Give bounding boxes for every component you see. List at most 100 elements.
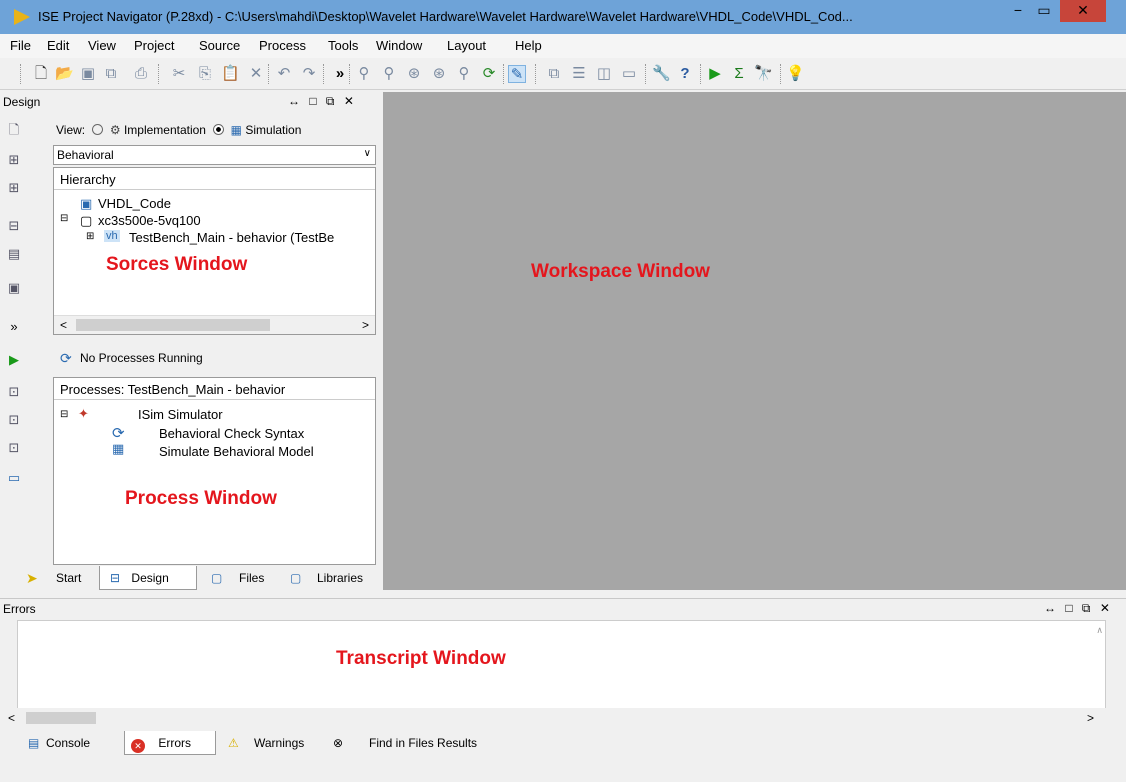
tab-libraries[interactable]: Libraries	[317, 566, 363, 590]
minimize-button[interactable]: −	[1005, 0, 1031, 22]
tree-item-project[interactable]: VHDL_Code	[98, 196, 171, 211]
save-icon[interactable]: ▣	[79, 65, 97, 83]
delete-icon[interactable]: ✕	[247, 65, 265, 83]
new-file-icon[interactable]: 🗋	[32, 65, 50, 83]
expand-strip-icon[interactable]: »	[6, 319, 22, 335]
rerun-icon[interactable]: ⊡	[6, 384, 22, 400]
ise-app-icon	[14, 9, 30, 25]
menu-help[interactable]: Help	[515, 38, 542, 53]
process-status: No Processes Running	[80, 351, 203, 365]
sync-icon: ⟳	[112, 425, 125, 442]
implementation-radio[interactable]	[92, 124, 104, 135]
zoom-full-icon[interactable]: ⊛	[430, 65, 448, 83]
run-process-icon[interactable]: ▶	[6, 352, 22, 368]
zoom-out-icon[interactable]: ⚲	[380, 65, 398, 83]
lightbulb-icon[interactable]: 💡	[786, 65, 805, 83]
menu-edit[interactable]: Edit	[47, 38, 69, 53]
collapse-icon[interactable]: ⊟	[60, 409, 68, 420]
tree-item-device[interactable]: xc3s500e-5vq100	[98, 213, 201, 228]
menu-file[interactable]: File	[10, 38, 31, 53]
menu-bar: File Edit View Project Source Process To…	[0, 34, 1126, 58]
toolbar-separator	[158, 64, 159, 84]
menu-process[interactable]: Process	[259, 38, 306, 53]
tile-horizontal-icon[interactable]: ☰	[570, 65, 588, 83]
menu-layout[interactable]: Layout	[447, 38, 486, 53]
menu-window[interactable]: Window	[376, 38, 422, 53]
tab-console[interactable]: Console	[46, 731, 90, 755]
menu-tools[interactable]: Tools	[328, 38, 358, 53]
menu-project[interactable]: Project	[134, 38, 174, 53]
errors-pane-controls[interactable]: ↔ □ ⧉ ✕	[1044, 601, 1113, 616]
maximize-button[interactable]: ▭	[1031, 0, 1057, 22]
tile-vertical-icon[interactable]: ◫	[595, 65, 613, 83]
rerun-all-icon[interactable]: ⊡	[6, 412, 22, 428]
design-panel-title: Design	[3, 95, 41, 109]
tab-design-active[interactable]: ⊟ Design	[99, 566, 197, 590]
zoom-fit-icon[interactable]: ⊛	[405, 65, 423, 83]
tree-item-testbench[interactable]: TestBench_Main - behavior (TestBe	[129, 230, 334, 245]
view-dropdown[interactable]: Behavioral ∨	[53, 145, 376, 165]
open-folder-icon[interactable]: 📂	[55, 65, 74, 83]
collapse-icon[interactable]: ⊟	[60, 213, 68, 224]
design-panel-controls[interactable]: ↔ □ ⧉ ✕	[288, 94, 357, 109]
highlight-icon[interactable]: ✎	[508, 65, 526, 83]
scroll-up-icon[interactable]: ∧	[1096, 625, 1103, 636]
hierarchy-view-icon[interactable]: ⊟	[6, 218, 22, 234]
sources-hscrollbar[interactable]: < >	[54, 315, 375, 334]
redo-icon[interactable]: ↷	[300, 65, 318, 83]
undo-icon[interactable]: ↶	[275, 65, 293, 83]
menu-view[interactable]: View	[88, 38, 116, 53]
tab-warnings[interactable]: Warnings	[254, 731, 304, 755]
refresh-icon[interactable]: ⟳	[480, 65, 498, 83]
find-icon[interactable]: ⚲	[455, 65, 473, 83]
scroll-left-icon[interactable]: <	[60, 318, 67, 332]
tab-files[interactable]: Files	[239, 566, 264, 590]
overflow-chevron-icon[interactable]: »	[331, 65, 349, 83]
add-source-icon[interactable]: ⊞	[6, 152, 22, 168]
process-simulate-model[interactable]: Simulate Behavioral Model	[159, 444, 314, 459]
cascade-icon[interactable]: ⧉	[545, 65, 563, 83]
simulation-label[interactable]: Simulation	[245, 123, 301, 137]
scroll-thumb[interactable]	[26, 712, 96, 724]
save-all-icon[interactable]: ⧉	[102, 65, 120, 83]
project-icon: ▣	[80, 196, 93, 211]
implementation-label[interactable]: Implementation	[124, 123, 206, 137]
telescope-icon[interactable]: 🔭	[754, 65, 773, 83]
scroll-thumb[interactable]	[76, 319, 270, 331]
libraries-tab-icon: ▢	[290, 571, 302, 585]
process-check-syntax[interactable]: Behavioral Check Syntax	[159, 426, 304, 441]
scroll-right-icon[interactable]: >	[362, 318, 369, 332]
new-source-icon[interactable]: 🗋	[6, 122, 22, 138]
wrench-icon[interactable]: 🔧	[652, 65, 671, 83]
transcript-hscrollbar[interactable]: < >	[0, 708, 1106, 728]
run-icon[interactable]: ▶	[706, 65, 724, 83]
expand-icon[interactable]: ⊞	[86, 231, 94, 242]
open-without-updating-icon[interactable]: ▭	[6, 470, 22, 486]
properties-icon[interactable]: ▤	[6, 246, 22, 262]
workspace-window[interactable]: Workspace Window	[383, 92, 1126, 590]
view-selector: View: ⚙ Implementation ▦ Simulation	[56, 123, 301, 137]
window-title: ISE Project Navigator (P.28xd) - C:\User…	[38, 9, 853, 24]
simulation-radio[interactable]	[213, 124, 225, 135]
tab-find-in-files[interactable]: Find in Files Results	[369, 731, 477, 755]
whats-this-icon[interactable]: ?	[676, 65, 694, 83]
zoom-in-icon[interactable]: ⚲	[355, 65, 373, 83]
tab-errors-active[interactable]: ✕ Errors	[124, 731, 216, 755]
paste-icon[interactable]: 📋	[221, 65, 240, 83]
tab-start[interactable]: Start	[56, 566, 81, 590]
menu-source[interactable]: Source	[199, 38, 240, 53]
add-copy-source-icon[interactable]: ⊞	[6, 180, 22, 196]
design-left-strip: 🗋 ⊞ ⊞ ⊟ ▤ ▣ » ▶ ⊡ ⊡ ⊡ ▭	[0, 114, 50, 584]
scroll-right-icon[interactable]: >	[1087, 711, 1094, 725]
device-chip-icon: ▢	[80, 213, 93, 228]
stop-icon[interactable]: ⊡	[6, 440, 22, 456]
close-button[interactable]: ✕	[1060, 0, 1106, 22]
cut-icon[interactable]: ✂	[170, 65, 188, 83]
sigma-icon[interactable]: Σ	[730, 65, 748, 83]
process-isim-simulator[interactable]: ISim Simulator	[138, 407, 223, 422]
scroll-left-icon[interactable]: <	[8, 711, 15, 725]
copy-icon[interactable]: ⎘	[196, 65, 214, 83]
print-icon[interactable]: ⎙	[132, 65, 150, 83]
chip-icon[interactable]: ▣	[6, 280, 22, 296]
restore-icon[interactable]: ▭	[620, 65, 638, 83]
